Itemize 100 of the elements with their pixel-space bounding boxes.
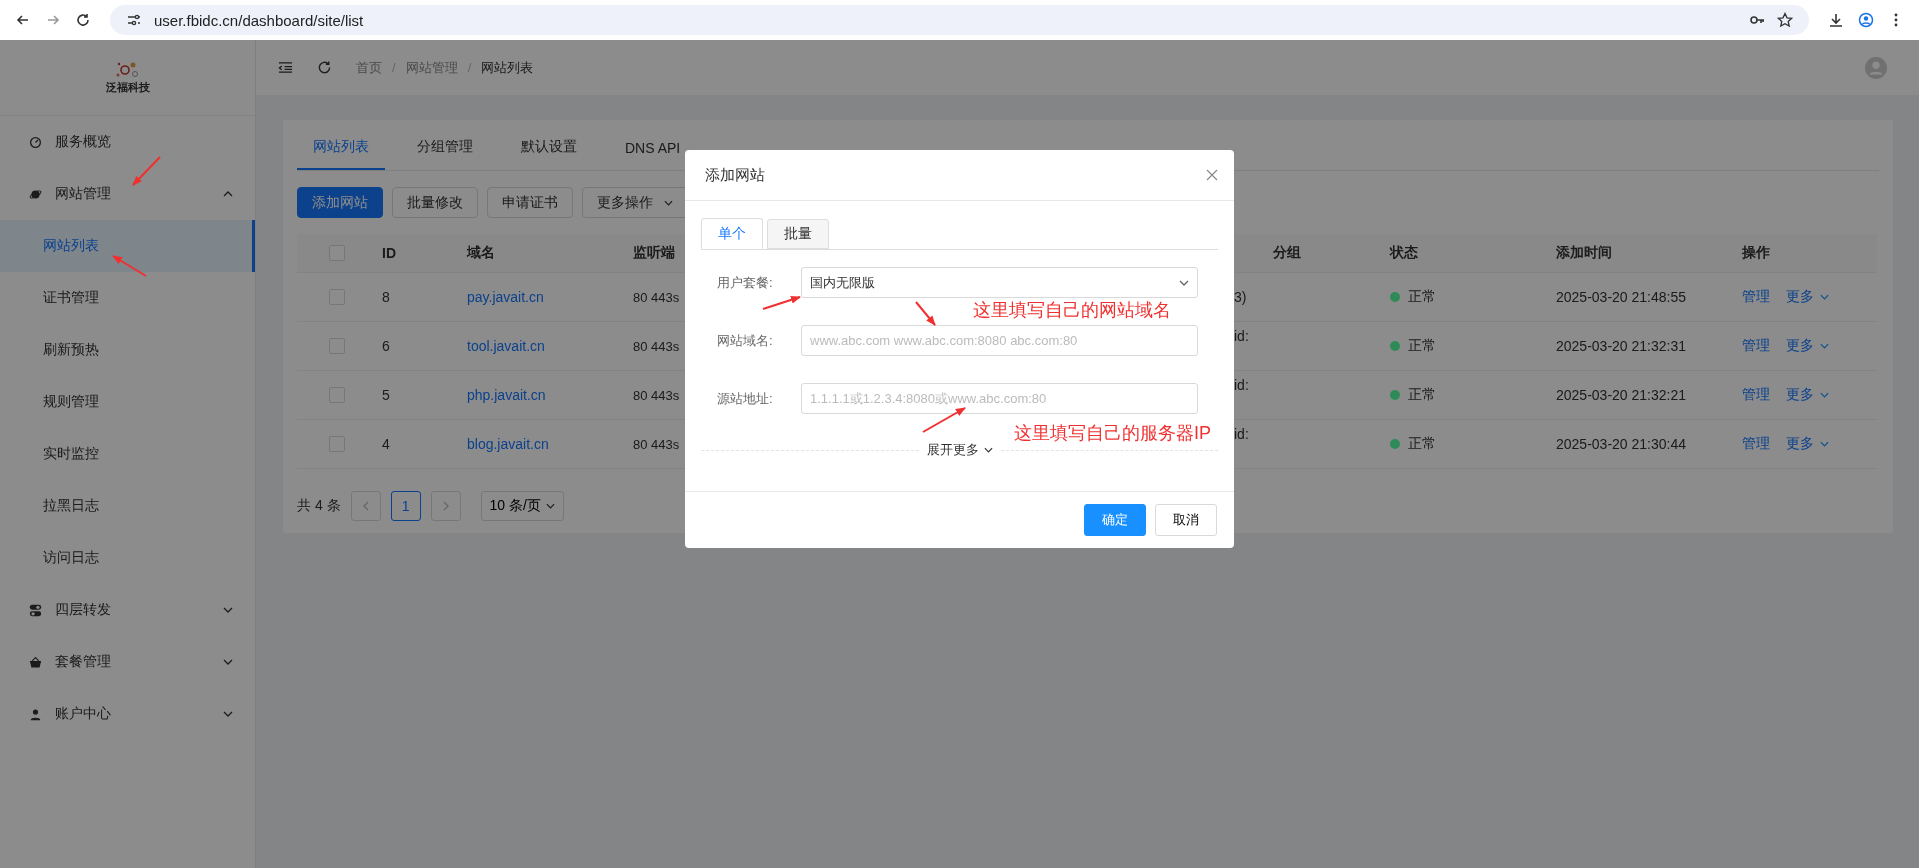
input-field[interactable]: 1.1.1.1或1.2.3.4:8080或www.abc.com:80 <box>801 383 1198 414</box>
page-button[interactable]: 1 <box>390 491 421 521</box>
menu-item[interactable]: 账户中心 <box>0 688 255 740</box>
tab[interactable]: 单个 <box>701 218 763 249</box>
chevron-down-icon <box>545 503 555 509</box>
tab[interactable]: 默认设置 <box>505 138 593 170</box>
field-label: 网站域名: <box>716 331 774 350</box>
tab[interactable]: 网站列表 <box>297 138 385 170</box>
column-header: 操作 <box>1742 244 1770 262</box>
dropdown-button[interactable]: 更多操作 <box>582 187 688 218</box>
table-cell: id: <box>1234 377 1249 393</box>
domain-link[interactable]: php.javait.cn <box>467 387 546 403</box>
globe-icon <box>29 187 42 201</box>
submenu-item[interactable]: 拉黑日志 <box>0 480 255 532</box>
column-header: 状态 <box>1390 244 1418 262</box>
submenu-item[interactable]: 访问日志 <box>0 532 255 584</box>
confirm-button[interactable]: 确定 <box>1084 504 1146 536</box>
breadcrumb-item: 网站列表 <box>481 58 534 77</box>
column-header: 监听端 <box>633 244 675 262</box>
table-cell: 2025-03-20 21:48:55 <box>1556 289 1686 305</box>
manage-link[interactable]: 管理 <box>1742 288 1770 306</box>
chevron-down-icon <box>664 199 673 206</box>
submenu-item[interactable]: 实时监控 <box>0 428 255 480</box>
column-header: 域名 <box>467 244 495 262</box>
domain-link[interactable]: blog.javait.cn <box>467 436 549 452</box>
menu-item[interactable]: 四层转发 <box>0 584 255 636</box>
table-cell: 80 443s <box>633 387 680 403</box>
annotation-arrow <box>132 156 161 186</box>
address-bar[interactable]: user.fbidc.cn/dashboard/site/list <box>110 5 1809 35</box>
collapse-menu-icon[interactable] <box>278 60 293 75</box>
domain-link[interactable]: tool.javait.cn <box>467 338 545 354</box>
tab[interactable]: 批量 <box>767 219 829 249</box>
column-header: 添加时间 <box>1556 244 1612 262</box>
annotation-arrow <box>112 255 147 277</box>
chevron-down-icon <box>1820 343 1829 349</box>
domain-link[interactable]: pay.javait.cn <box>467 289 544 305</box>
site-settings-icon[interactable] <box>126 12 142 28</box>
download-icon[interactable] <box>1828 12 1844 28</box>
refresh-icon[interactable] <box>317 60 332 75</box>
manage-link[interactable]: 管理 <box>1742 435 1770 453</box>
chevron-left-icon <box>362 501 369 511</box>
annotation-arrow <box>762 295 801 310</box>
tab[interactable]: 分组管理 <box>401 138 489 170</box>
table-cell: 80 443s <box>633 338 680 354</box>
more-link[interactable]: 更多 <box>1786 435 1829 453</box>
status-text: 正常 <box>1408 337 1436 355</box>
annotation-arrow <box>915 301 936 326</box>
table-cell: 8 <box>382 289 390 305</box>
table-cell: 5 <box>382 387 390 403</box>
breadcrumb-item[interactable]: 首页 <box>356 58 382 77</box>
close-icon[interactable] <box>1206 169 1218 181</box>
cancel-button[interactable]: 取消 <box>1155 504 1217 536</box>
toolbar-button[interactable]: 添加网站 <box>297 187 383 218</box>
status-text: 正常 <box>1408 386 1436 404</box>
field-label: 用户套餐: <box>716 273 774 292</box>
user-icon <box>29 707 42 721</box>
status-text: 正常 <box>1408 435 1436 453</box>
chevron-down-icon <box>1820 294 1829 300</box>
breadcrumb-separator: / <box>467 60 472 75</box>
reload-icon[interactable] <box>75 12 91 28</box>
annotation-text: 这里填写自己的服务器IP <box>1014 422 1211 445</box>
dialog-title: 添加网站 <box>705 165 766 185</box>
more-link[interactable]: 更多 <box>1786 337 1829 355</box>
table-cell: 80 443s <box>633 436 680 452</box>
table-cell: 2025-03-20 21:32:31 <box>1556 338 1686 354</box>
status-text: 正常 <box>1408 288 1436 306</box>
breadcrumb-separator: / <box>392 60 396 75</box>
url-text[interactable]: user.fbidc.cn/dashboard/site/list <box>154 11 364 29</box>
menu-item[interactable]: 套餐管理 <box>0 636 255 688</box>
expand-more-link[interactable]: 展开更多 <box>918 441 1001 459</box>
chevron-down-icon <box>1820 441 1829 447</box>
table-cell: id: <box>1234 328 1249 344</box>
more-link[interactable]: 更多 <box>1786 386 1829 404</box>
star-icon[interactable] <box>1777 12 1793 28</box>
more-link[interactable]: 更多 <box>1786 288 1829 306</box>
gauge-icon <box>29 135 42 149</box>
submenu-item[interactable]: 网站列表 <box>0 220 255 272</box>
chevron-down-icon <box>1820 392 1829 398</box>
table-cell: id: <box>1234 426 1249 442</box>
table-cell: 2025-03-20 21:30:44 <box>1556 436 1686 452</box>
annotation-arrow <box>922 407 966 433</box>
table-cell: 4 <box>382 436 390 452</box>
toolbar-button[interactable]: 申请证书 <box>487 187 573 218</box>
toolbar-button[interactable]: 批量修改 <box>392 187 478 218</box>
chevron-down-icon <box>983 447 993 453</box>
profile-icon[interactable] <box>1858 12 1874 28</box>
input-field[interactable]: www.abc.com www.abc.com:8080 abc.com:80 <box>801 325 1198 356</box>
submenu-item[interactable]: 证书管理 <box>0 272 255 324</box>
breadcrumb-item[interactable]: 网站管理 <box>405 58 458 77</box>
submenu-item[interactable]: 刷新预热 <box>0 324 255 376</box>
chevron-right-icon <box>442 501 449 511</box>
table-cell: 3) <box>1234 289 1247 305</box>
page-size-select[interactable]: 10 条/页 <box>480 491 564 521</box>
submenu-item[interactable]: 规则管理 <box>0 376 255 428</box>
table-cell: 2025-03-20 21:32:21 <box>1556 387 1686 403</box>
manage-link[interactable]: 管理 <box>1742 337 1770 355</box>
menu-item[interactable]: 服务概览 <box>0 116 255 168</box>
plan-select[interactable]: 国内无限版 <box>801 267 1198 298</box>
menu-item[interactable]: 网站管理 <box>0 168 255 220</box>
manage-link[interactable]: 管理 <box>1742 386 1770 404</box>
